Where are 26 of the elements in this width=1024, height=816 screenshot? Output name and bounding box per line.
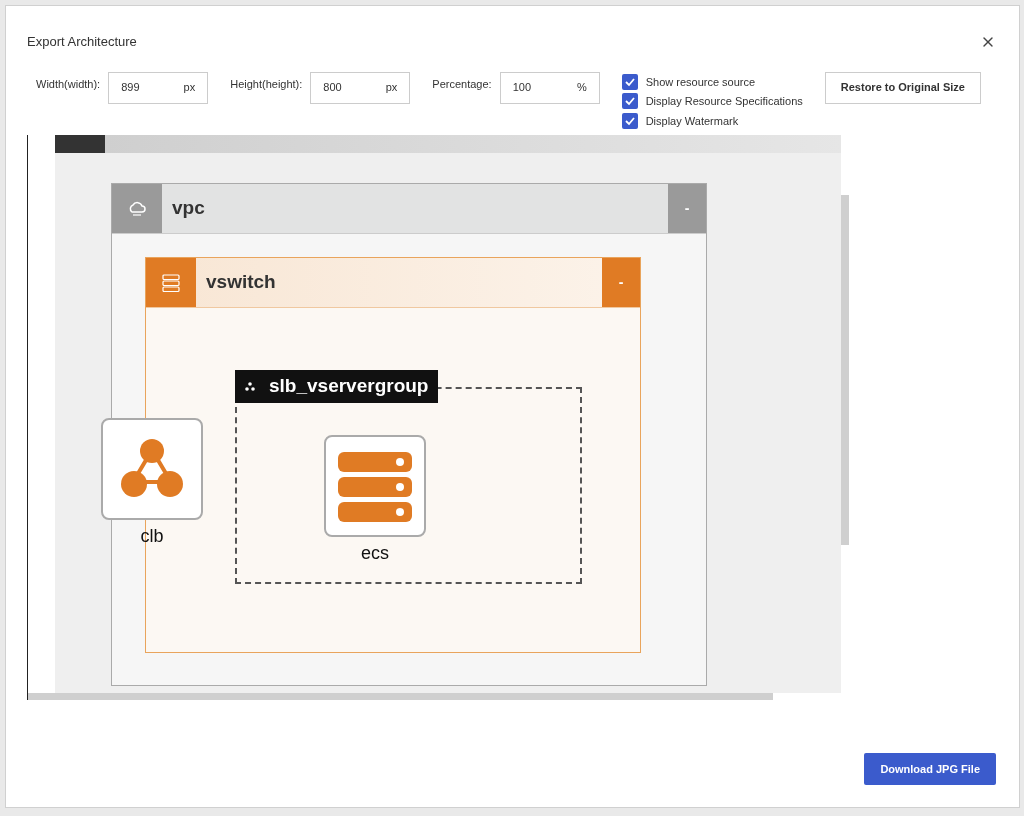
input-field[interactable]: 899 px: [108, 71, 209, 104]
group-icon-block: [55, 135, 105, 153]
server-group-title: slb_vservergroup: [269, 374, 429, 399]
checkbox[interactable]: [621, 93, 638, 110]
vswitch-title: vswitch: [205, 270, 277, 295]
dialog-title: Export Architecture: [27, 33, 137, 51]
cluster-icon: [245, 382, 255, 391]
resource-node[interactable]: [101, 418, 203, 520]
restore-size-button[interactable]: Restore to Original Size: [824, 71, 981, 104]
server-stack-icon: [336, 450, 414, 522]
checkbox-label: Show resource source: [645, 74, 756, 90]
vpc-title: vpc: [171, 196, 206, 221]
switch-icon: [161, 272, 181, 293]
checkbox-label: Display Resource Specifications: [645, 94, 803, 109]
network-nodes-icon: [121, 438, 183, 500]
input-field[interactable]: 100 %: [499, 71, 600, 104]
resource-node[interactable]: [324, 435, 426, 537]
input-field[interactable]: 800 px: [310, 71, 411, 104]
node-label: ecs: [361, 543, 389, 563]
checkbox-label: Display Watermark: [645, 113, 739, 129]
field-label: Height(height):: [230, 76, 303, 92]
checkbox[interactable]: [621, 112, 638, 129]
field-label: Percentage:: [432, 76, 492, 92]
checkbox[interactable]: [621, 73, 638, 90]
download-button[interactable]: Download JPG File: [864, 753, 996, 785]
field-label: Width(width):: [36, 76, 101, 92]
